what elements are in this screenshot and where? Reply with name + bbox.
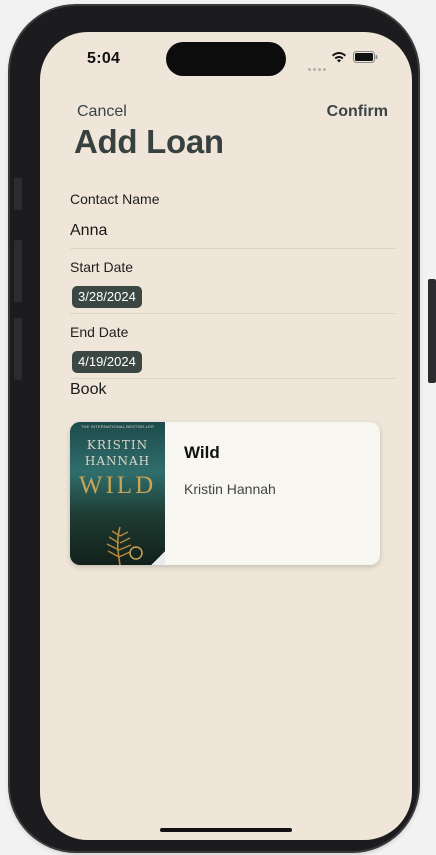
screen: 5:04 Cancel Confirm Add Loan Contact Nam…: [40, 32, 412, 840]
cover-title: WILD: [78, 472, 157, 499]
divider: [70, 378, 396, 379]
fern-illustration: [106, 526, 143, 565]
book-card[interactable]: THE INTERNATIONAL BESTSELLER KRISTIN HAN…: [70, 422, 380, 565]
contact-name-field[interactable]: Anna: [70, 222, 107, 240]
phone-frame: 5:04 Cancel Confirm Add Loan Contact Nam…: [10, 6, 436, 851]
end-date-picker[interactable]: 4/19/2024: [72, 351, 142, 373]
power-button: [428, 279, 436, 383]
cover-author: KRISTIN HANNAH: [70, 437, 165, 469]
book-author: Kristin Hannah: [184, 481, 276, 497]
status-bar: 5:04: [40, 32, 412, 86]
divider: [70, 313, 396, 314]
volume-down-button: [14, 318, 22, 380]
cover-author-line1: KRISTIN: [86, 438, 149, 452]
home-indicator[interactable]: [160, 828, 292, 832]
confirm-button[interactable]: Confirm: [327, 103, 388, 121]
divider: [70, 248, 396, 249]
volume-up-button: [14, 240, 22, 302]
end-date-label: End Date: [70, 324, 129, 340]
book-cover-image: THE INTERNATIONAL BESTSELLER KRISTIN HAN…: [70, 422, 165, 565]
action-button: [14, 178, 22, 210]
start-date-label: Start Date: [70, 259, 134, 275]
cover-tagline: THE INTERNATIONAL BESTSELLER: [80, 424, 155, 429]
cover-author-line2: HANNAH: [84, 454, 151, 468]
signal-dots-icon: [308, 58, 328, 71]
wifi-icon: [332, 52, 346, 63]
dynamic-island: [166, 42, 286, 76]
start-date-picker[interactable]: 3/28/2024: [72, 286, 142, 308]
page-title: Add Loan: [74, 123, 224, 160]
cancel-button[interactable]: Cancel: [77, 103, 127, 121]
book-label: Book: [70, 381, 107, 398]
battery-icon: [353, 51, 378, 63]
book-title: Wild: [184, 443, 220, 462]
page-curl: [151, 551, 165, 565]
status-time: 5:04: [87, 50, 121, 67]
contact-name-label: Contact Name: [70, 191, 160, 207]
